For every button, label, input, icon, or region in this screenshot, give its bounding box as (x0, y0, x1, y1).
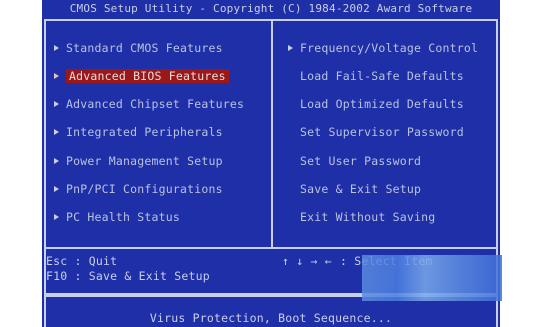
status-bar-text: Virus Protection, Boot Sequence... (149, 311, 393, 325)
arrow-right-icon (54, 72, 59, 79)
page-title: CMOS Setup Utility - Copyright (C) 1984-… (69, 2, 473, 15)
menu-item-label: Advanced BIOS Features (66, 69, 229, 83)
menu-item-advanced-bios[interactable]: Advanced BIOS Features (54, 68, 229, 84)
menu-item-label: Exit Without Saving (300, 210, 436, 224)
menu-item-save-exit[interactable]: Save & Exit Setup (300, 181, 421, 197)
menu-item-label: Load Optimized Defaults (300, 97, 464, 111)
arrow-right-icon (54, 185, 59, 192)
menu-item-supervisor-password[interactable]: Set Supervisor Password (300, 124, 464, 140)
menu-item-label: Power Management Setup (66, 154, 223, 168)
arrow-right-icon (288, 44, 293, 51)
menu-item-frequency-voltage[interactable]: Frequency/Voltage Control (288, 40, 478, 56)
help-f10-save: F10 : Save & Exit Setup (46, 269, 210, 283)
menu-item-label: Standard CMOS Features (66, 41, 223, 55)
menu-item-standard-cmos[interactable]: Standard CMOS Features (54, 40, 223, 56)
menu-item-exit-without-saving[interactable]: Exit Without Saving (300, 209, 435, 225)
menu-item-label: Integrated Peripherals (66, 125, 223, 139)
menu-item-power-management[interactable]: Power Management Setup (54, 153, 223, 169)
menu-item-label: PC Health Status (66, 210, 180, 224)
menu-item-pc-health[interactable]: PC Health Status (54, 209, 180, 225)
menu-item-advanced-chipset[interactable]: Advanced Chipset Features (54, 96, 244, 112)
help-nav-arrows-icon: ↑ ↓ → ← (282, 254, 332, 268)
menu-item-load-failsafe[interactable]: Load Fail-Safe Defaults (300, 68, 464, 84)
menu-item-label: Advanced Chipset Features (66, 97, 245, 111)
arrow-right-icon (54, 44, 59, 51)
menu-item-label: PnP/PCI Configurations (66, 182, 223, 196)
arrow-right-icon (54, 213, 59, 220)
menu-item-pnp-pci[interactable]: PnP/PCI Configurations (54, 181, 223, 197)
help-esc-quit: Esc : Quit (46, 254, 118, 268)
arrow-right-icon (54, 100, 59, 107)
menu-item-label: Load Fail-Safe Defaults (300, 69, 464, 83)
menu-item-label: Set User Password (300, 154, 422, 168)
arrow-right-icon (54, 157, 59, 164)
menu-item-user-password[interactable]: Set User Password (300, 153, 421, 169)
blurred-watermark (362, 255, 502, 301)
menu-item-label: Save & Exit Setup (300, 182, 422, 196)
menu-item-label: Frequency/Voltage Control (300, 41, 479, 55)
menu-item-load-optimized[interactable]: Load Optimized Defaults (300, 96, 464, 112)
arrow-right-icon (54, 128, 59, 135)
menu-item-label: Set Supervisor Password (300, 125, 464, 139)
menu-item-integrated-peripherals[interactable]: Integrated Peripherals (54, 124, 223, 140)
menu-divider (271, 21, 273, 247)
